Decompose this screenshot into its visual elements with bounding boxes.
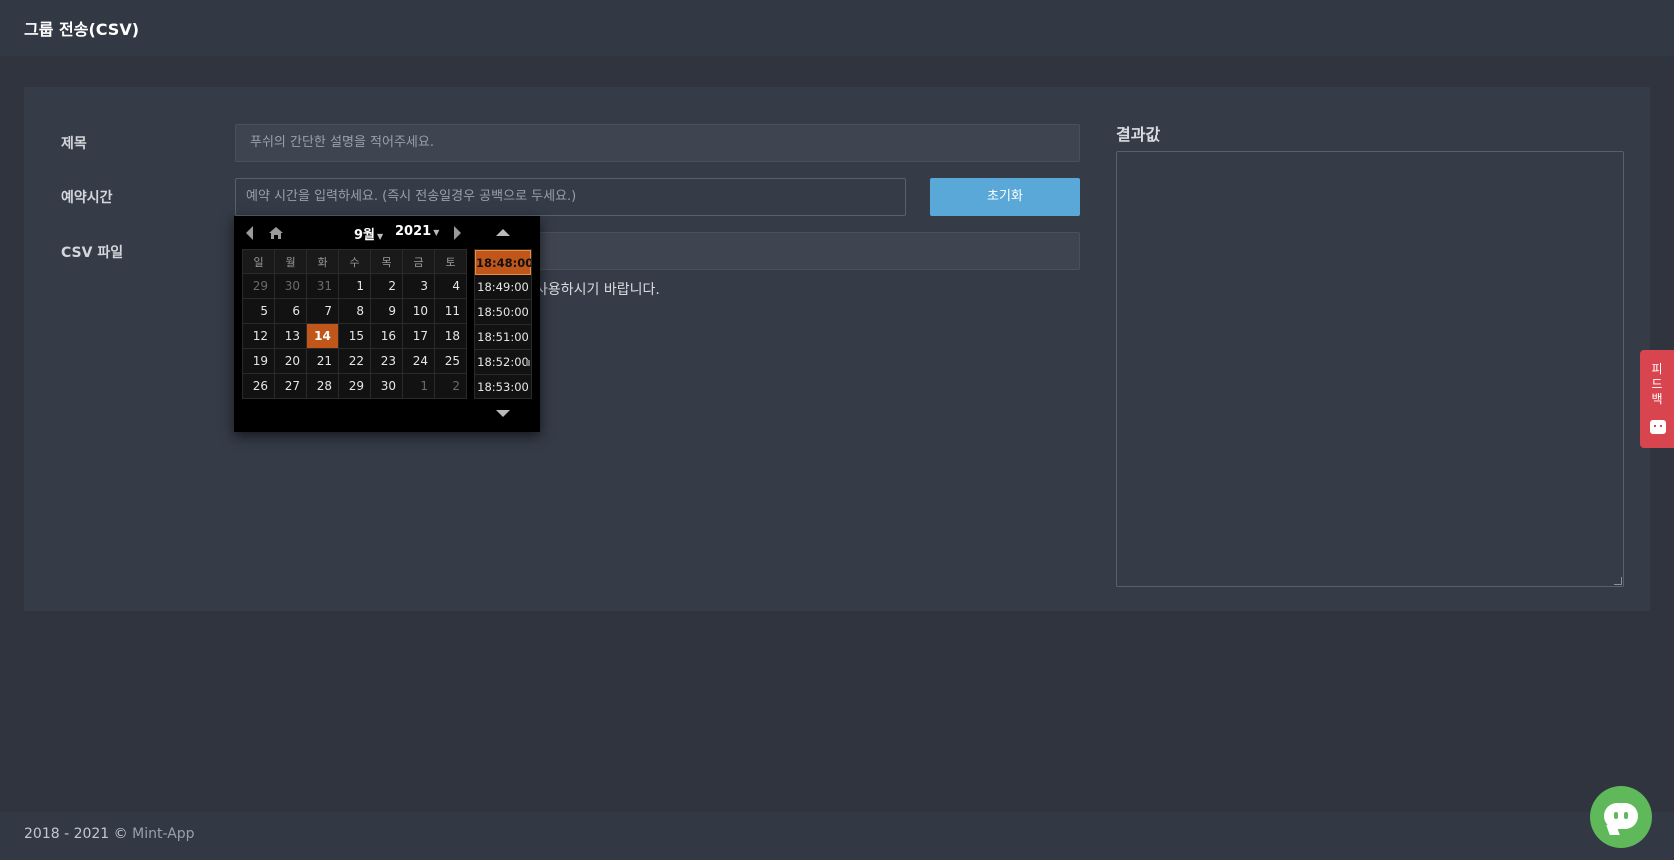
datetime-picker: 9월 ▼ 2021 ▼ 일월화수목금토 29 30 31 1 2 3 4 5 6 7 8 9 10 11 12 1… [234,216,540,432]
calendar-day[interactable]: 23 [370,348,403,374]
weekday-header: 일 [242,249,275,274]
prev-month-icon[interactable] [246,226,253,240]
calendar-week: 29 30 31 1 2 3 4 [242,273,467,299]
time-option[interactable]: 18:49:00 [475,275,531,300]
calendar-day[interactable]: 4 [434,273,467,299]
time-scroll-up-icon[interactable] [496,229,510,236]
year-select[interactable]: 2021 ▼ [395,224,439,239]
calendar-day[interactable]: 11 [434,298,467,324]
weekday-header: 월 [274,249,307,274]
chevron-down-icon: ▼ [377,232,384,241]
csv-file-label: CSV 파일 [61,245,124,261]
calendar-day[interactable]: 20 [274,348,307,374]
home-icon[interactable] [268,225,284,241]
calendar-day[interactable]: 17 [402,323,435,349]
feedback-label: 피드백 [1651,362,1663,406]
chat-button[interactable] [1590,786,1652,848]
calendar-day[interactable]: 9 [370,298,403,324]
calendar-day[interactable]: 3 [402,273,435,299]
calendar-day[interactable]: 25 [434,348,467,374]
footer: 2018 - 2021 © Mint-App [0,812,1674,860]
calendar-day[interactable]: 18 [434,323,467,349]
calendar-day[interactable]: 13 [274,323,307,349]
calendar-day[interactable]: 2 [434,373,467,399]
footer-copyright: 2018 - 2021 © Mint-App [24,826,195,842]
footer-brand-link[interactable]: Mint-App [132,826,194,842]
result-textarea[interactable] [1116,151,1624,587]
calendar-day[interactable]: 8 [338,298,371,324]
calendar-day[interactable]: 30 [274,273,307,299]
calendar-day[interactable]: 27 [274,373,307,399]
weekday-header: 화 [306,249,339,274]
weekday-header: 수 [338,249,371,274]
calendar-day[interactable]: 10 [402,298,435,324]
calendar-day[interactable]: 29 [338,373,371,399]
calendar-day[interactable]: 16 [370,323,403,349]
calendar-week: 12 13 14 15 16 17 18 [242,323,467,349]
calendar-day[interactable]: 24 [402,348,435,374]
calendar-day[interactable]: 1 [338,273,371,299]
calendar-day[interactable]: 2 [370,273,403,299]
calendar-grid: 일월화수목금토 29 30 31 1 2 3 4 5 6 7 8 9 10 11 12 13 14 15 16 17 1… [242,249,467,399]
time-scrollbar[interactable] [526,360,530,366]
csv-help-text: 사용하시기 바랍니다. [535,282,660,298]
calendar-day[interactable]: 6 [274,298,307,324]
calendar-day[interactable]: 29 [242,273,275,299]
weekday-header: 금 [402,249,435,274]
calendar-day[interactable]: 31 [306,273,339,299]
calendar-day[interactable]: 30 [370,373,403,399]
chat-face-icon [1650,420,1666,434]
title-input[interactable]: 푸쉬의 간단한 설명을 적어주세요. [235,124,1080,162]
calendar-day[interactable]: 1 [402,373,435,399]
weekday-header: 목 [370,249,403,274]
title-label: 제목 [61,136,87,152]
chat-bubble-icon [1604,803,1638,829]
time-option[interactable]: 18:52:00 [475,350,531,375]
calendar-day-selected[interactable]: 14 [306,323,339,349]
calendar-day[interactable]: 5 [242,298,275,324]
calendar-day[interactable]: 12 [242,323,275,349]
calendar-day[interactable]: 15 [338,323,371,349]
calendar-week: 26 27 28 29 30 1 2 [242,373,467,399]
calendar-day[interactable]: 26 [242,373,275,399]
time-option-selected[interactable]: 18:48:00 [475,250,531,275]
next-month-icon[interactable] [454,226,461,240]
weekday-header-row: 일월화수목금토 [242,249,467,274]
weekday-header: 토 [434,249,467,274]
calendar-body: 29 30 31 1 2 3 4 5 6 7 8 9 10 11 12 13 14 15 16 17 18 19 20 21 2… [242,273,467,399]
page-title: 그룹 전송(CSV) [24,20,140,39]
resize-grip-icon[interactable] [1614,577,1622,585]
calendar-day[interactable]: 22 [338,348,371,374]
reset-button[interactable]: 초기화 [930,178,1080,216]
month-select[interactable]: 9월 ▼ [354,224,383,243]
result-label: 결과값 [1116,125,1161,144]
schedule-input[interactable]: 예약 시간을 입력하세요. (즉시 전송일경우 공백으로 두세요.) [235,178,906,216]
time-option[interactable]: 18:50:00 [475,300,531,325]
feedback-tab[interactable]: 피드백 [1640,350,1674,448]
calendar-day[interactable]: 19 [242,348,275,374]
calendar-week: 19 20 21 22 23 24 25 [242,348,467,374]
calendar-day[interactable]: 7 [306,298,339,324]
calendar-day[interactable]: 21 [306,348,339,374]
calendar-week: 5 6 7 8 9 10 11 [242,298,467,324]
time-list: 18:48:00 18:49:00 18:50:00 18:51:00 18:52:00… [474,249,532,399]
calendar-day[interactable]: 28 [306,373,339,399]
schedule-label: 예약시간 [61,190,113,206]
top-bar: 그룹 전송(CSV) [0,0,1674,56]
time-option[interactable]: 18:51:00 [475,325,531,350]
time-scroll-down-icon[interactable] [496,410,510,417]
time-option[interactable]: 18:53:00 [475,375,531,398]
chevron-down-icon: ▼ [433,228,440,237]
